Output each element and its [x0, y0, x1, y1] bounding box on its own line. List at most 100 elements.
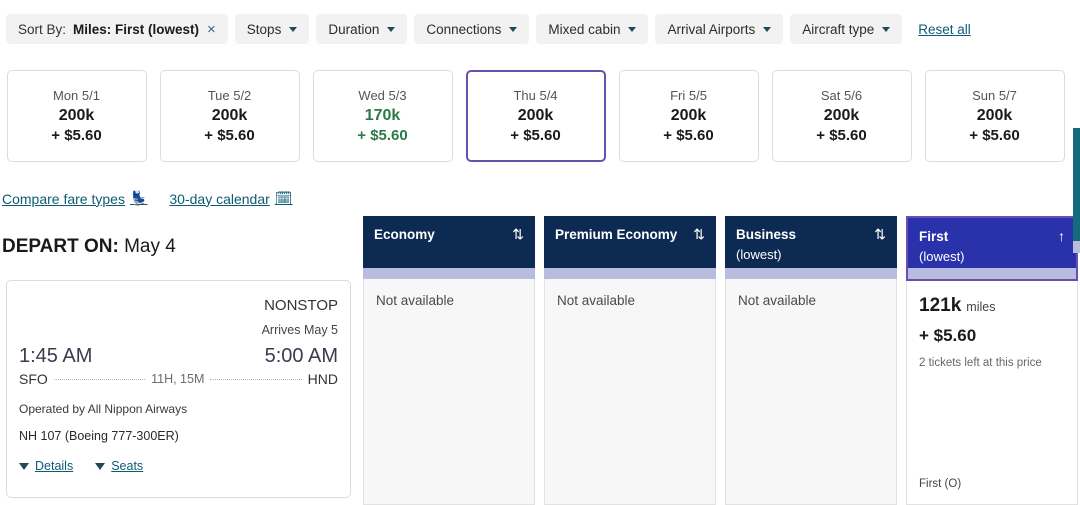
date-card-miles: 200k — [823, 107, 860, 124]
chevron-down-icon — [628, 26, 637, 32]
sort-ascending-icon[interactable]: ↑ — [1058, 228, 1065, 244]
fare-body-first[interactable]: 121k miles + $5.60 2 tickets left at thi… — [906, 281, 1078, 505]
close-icon[interactable]: × — [207, 22, 216, 37]
route-line-right — [210, 378, 302, 380]
date-card-day: Sat 5/6 — [820, 88, 863, 103]
fare-header-business[interactable]: Business (lowest) ⇅ — [725, 216, 897, 268]
seat-icon: 💺 — [129, 190, 148, 206]
date-card-cash: + $5.60 — [510, 127, 561, 144]
depart-on-label: DEPART ON: — [2, 236, 119, 257]
details-toggle[interactable]: Details — [19, 459, 73, 473]
utility-links-row: Compare fare types 💺 30-day calendar 🗓 — [2, 190, 293, 207]
date-card-day: Sun 5/7 — [972, 88, 1017, 103]
date-card-day: Thu 5/4 — [513, 88, 558, 103]
fare-header-text: Economy — [374, 225, 435, 245]
fare-column-premium-economy: Premium Economy ⇅ Not available — [544, 216, 716, 505]
fare-columns: Economy ⇅ Not available Premium Economy … — [363, 216, 1080, 505]
seats-toggle[interactable]: Seats — [95, 459, 143, 473]
compare-fare-types-link[interactable]: Compare fare types 💺 — [2, 190, 147, 207]
sort-updown-icon[interactable]: ⇅ — [874, 226, 886, 243]
page-edge-sliver-accent — [1073, 241, 1080, 253]
flight-arrives-label: Arrives May 5 — [261, 323, 338, 337]
fare-price-miles-row: 121k miles — [919, 295, 1065, 317]
date-card-day: Fri 5/5 — [670, 88, 707, 103]
filter-chip-label: Stops — [246, 21, 282, 37]
sort-updown-icon[interactable]: ⇅ — [512, 226, 524, 243]
date-card-cash: + $5.60 — [357, 127, 408, 144]
flight-arrive-time: 5:00 AM — [264, 345, 338, 367]
fare-miles-amount: 121k — [919, 295, 962, 316]
filter-chip-duration[interactable]: Duration — [316, 14, 408, 44]
date-card-fri-5-5[interactable]: Fri 5/5 200k + $5.60 — [618, 70, 759, 162]
flight-stops-label: NONSTOP — [264, 297, 338, 314]
filter-bar: Sort By: Miles: First (lowest) × Stops D… — [0, 0, 1080, 58]
fare-header-premium-economy[interactable]: Premium Economy ⇅ — [544, 216, 716, 268]
filter-chip-label: Aircraft type — [802, 21, 875, 37]
flight-card[interactable]: NONSTOP Arrives May 5 1:45 AM 5:00 AM SF… — [6, 280, 351, 498]
flight-depart-time: 1:45 AM — [19, 345, 93, 367]
fare-header-text: Business (lowest) — [736, 225, 796, 265]
fare-class-code: First (O) — [919, 478, 962, 490]
details-label: Details — [35, 459, 74, 473]
date-card-tue-5-2[interactable]: Tue 5/2 200k + $5.60 — [159, 70, 300, 162]
fare-accent-bar — [544, 268, 716, 279]
flight-times-row: 1:45 AM 5:00 AM — [19, 345, 338, 368]
depart-on-date: May 4 — [124, 236, 176, 257]
date-card-day: Mon 5/1 — [53, 88, 100, 103]
date-card-sat-5-6[interactable]: Sat 5/6 200k + $5.60 — [771, 70, 912, 162]
page-edge-sliver — [1073, 128, 1080, 241]
date-card-cash: + $5.60 — [663, 127, 714, 144]
fare-header-first[interactable]: First (lowest) ↑ — [906, 216, 1078, 268]
filter-chip-stops[interactable]: Stops — [234, 14, 310, 44]
flight-destination-code: HND — [307, 371, 339, 387]
chevron-down-icon — [289, 26, 298, 32]
filter-chip-mixed-cabin[interactable]: Mixed cabin — [536, 14, 649, 44]
fare-body-business: Not available — [725, 279, 897, 505]
date-strip: Mon 5/1 200k + $5.60 Tue 5/2 200k + $5.6… — [0, 70, 1080, 162]
date-card-thu-5-4[interactable]: Thu 5/4 200k + $5.60 — [465, 70, 606, 162]
fare-tickets-left: 2 tickets left at this price — [919, 357, 1042, 369]
sort-by-value: Miles: First (lowest) — [73, 21, 200, 37]
fare-body-premium-economy: Not available — [544, 279, 716, 505]
filter-chip-label: Mixed cabin — [548, 21, 621, 37]
seats-label: Seats — [111, 459, 144, 473]
chevron-down-icon — [387, 26, 396, 32]
sort-updown-icon[interactable]: ⇅ — [693, 226, 705, 243]
filter-chip-label: Connections — [426, 21, 502, 37]
filter-chip-connections[interactable]: Connections — [414, 14, 530, 44]
fare-header-sub: (lowest) — [736, 247, 782, 262]
date-card-miles: 200k — [976, 107, 1013, 124]
flight-route-row: SFO 11H, 15M HND — [19, 371, 338, 387]
chevron-down-icon — [95, 462, 106, 470]
flight-number: NH 107 (Boeing 777-300ER) — [19, 429, 179, 443]
date-card-sun-5-7[interactable]: Sun 5/7 200k + $5.60 — [924, 70, 1065, 162]
reset-all-link[interactable]: Reset all — [918, 22, 971, 37]
date-card-wed-5-3[interactable]: Wed 5/3 170k + $5.60 — [312, 70, 453, 162]
fare-status: Not available — [738, 293, 817, 308]
filter-chip-label: Duration — [328, 21, 380, 37]
fare-status: Not available — [557, 293, 636, 308]
filter-chip-aircraft-type[interactable]: Aircraft type — [790, 14, 903, 44]
fare-header-name: Premium Economy — [555, 227, 678, 242]
fare-header-text: First (lowest) — [919, 227, 965, 267]
date-card-miles: 200k — [670, 107, 707, 124]
sort-by-chip[interactable]: Sort By: Miles: First (lowest) × — [6, 14, 228, 44]
fare-column-business: Business (lowest) ⇅ Not available — [725, 216, 897, 505]
fare-column-first: First (lowest) ↑ 121k miles + $5.60 2 ti… — [906, 216, 1078, 505]
flight-card-actions: Details Seats — [19, 459, 338, 473]
date-card-mon-5-1[interactable]: Mon 5/1 200k + $5.60 — [6, 70, 147, 162]
date-card-cash: + $5.60 — [969, 127, 1020, 144]
depart-on-heading: DEPART ON: May 4 — [2, 236, 176, 258]
date-card-miles: 200k — [211, 107, 248, 124]
fare-header-text: Premium Economy — [555, 225, 677, 245]
fare-body-economy: Not available — [363, 279, 535, 505]
flight-results-page: Sort By: Miles: First (lowest) × Stops D… — [0, 0, 1080, 505]
chevron-down-icon — [509, 26, 518, 32]
date-card-miles: 170k — [364, 107, 401, 124]
filter-chip-arrival-airports[interactable]: Arrival Airports — [655, 14, 784, 44]
date-card-cash: + $5.60 — [816, 127, 867, 144]
fare-header-economy[interactable]: Economy ⇅ — [363, 216, 535, 268]
thirty-day-calendar-link[interactable]: 30-day calendar 🗓 — [169, 190, 292, 207]
date-card-day: Wed 5/3 — [358, 88, 407, 103]
fare-accent-bar — [725, 268, 897, 279]
